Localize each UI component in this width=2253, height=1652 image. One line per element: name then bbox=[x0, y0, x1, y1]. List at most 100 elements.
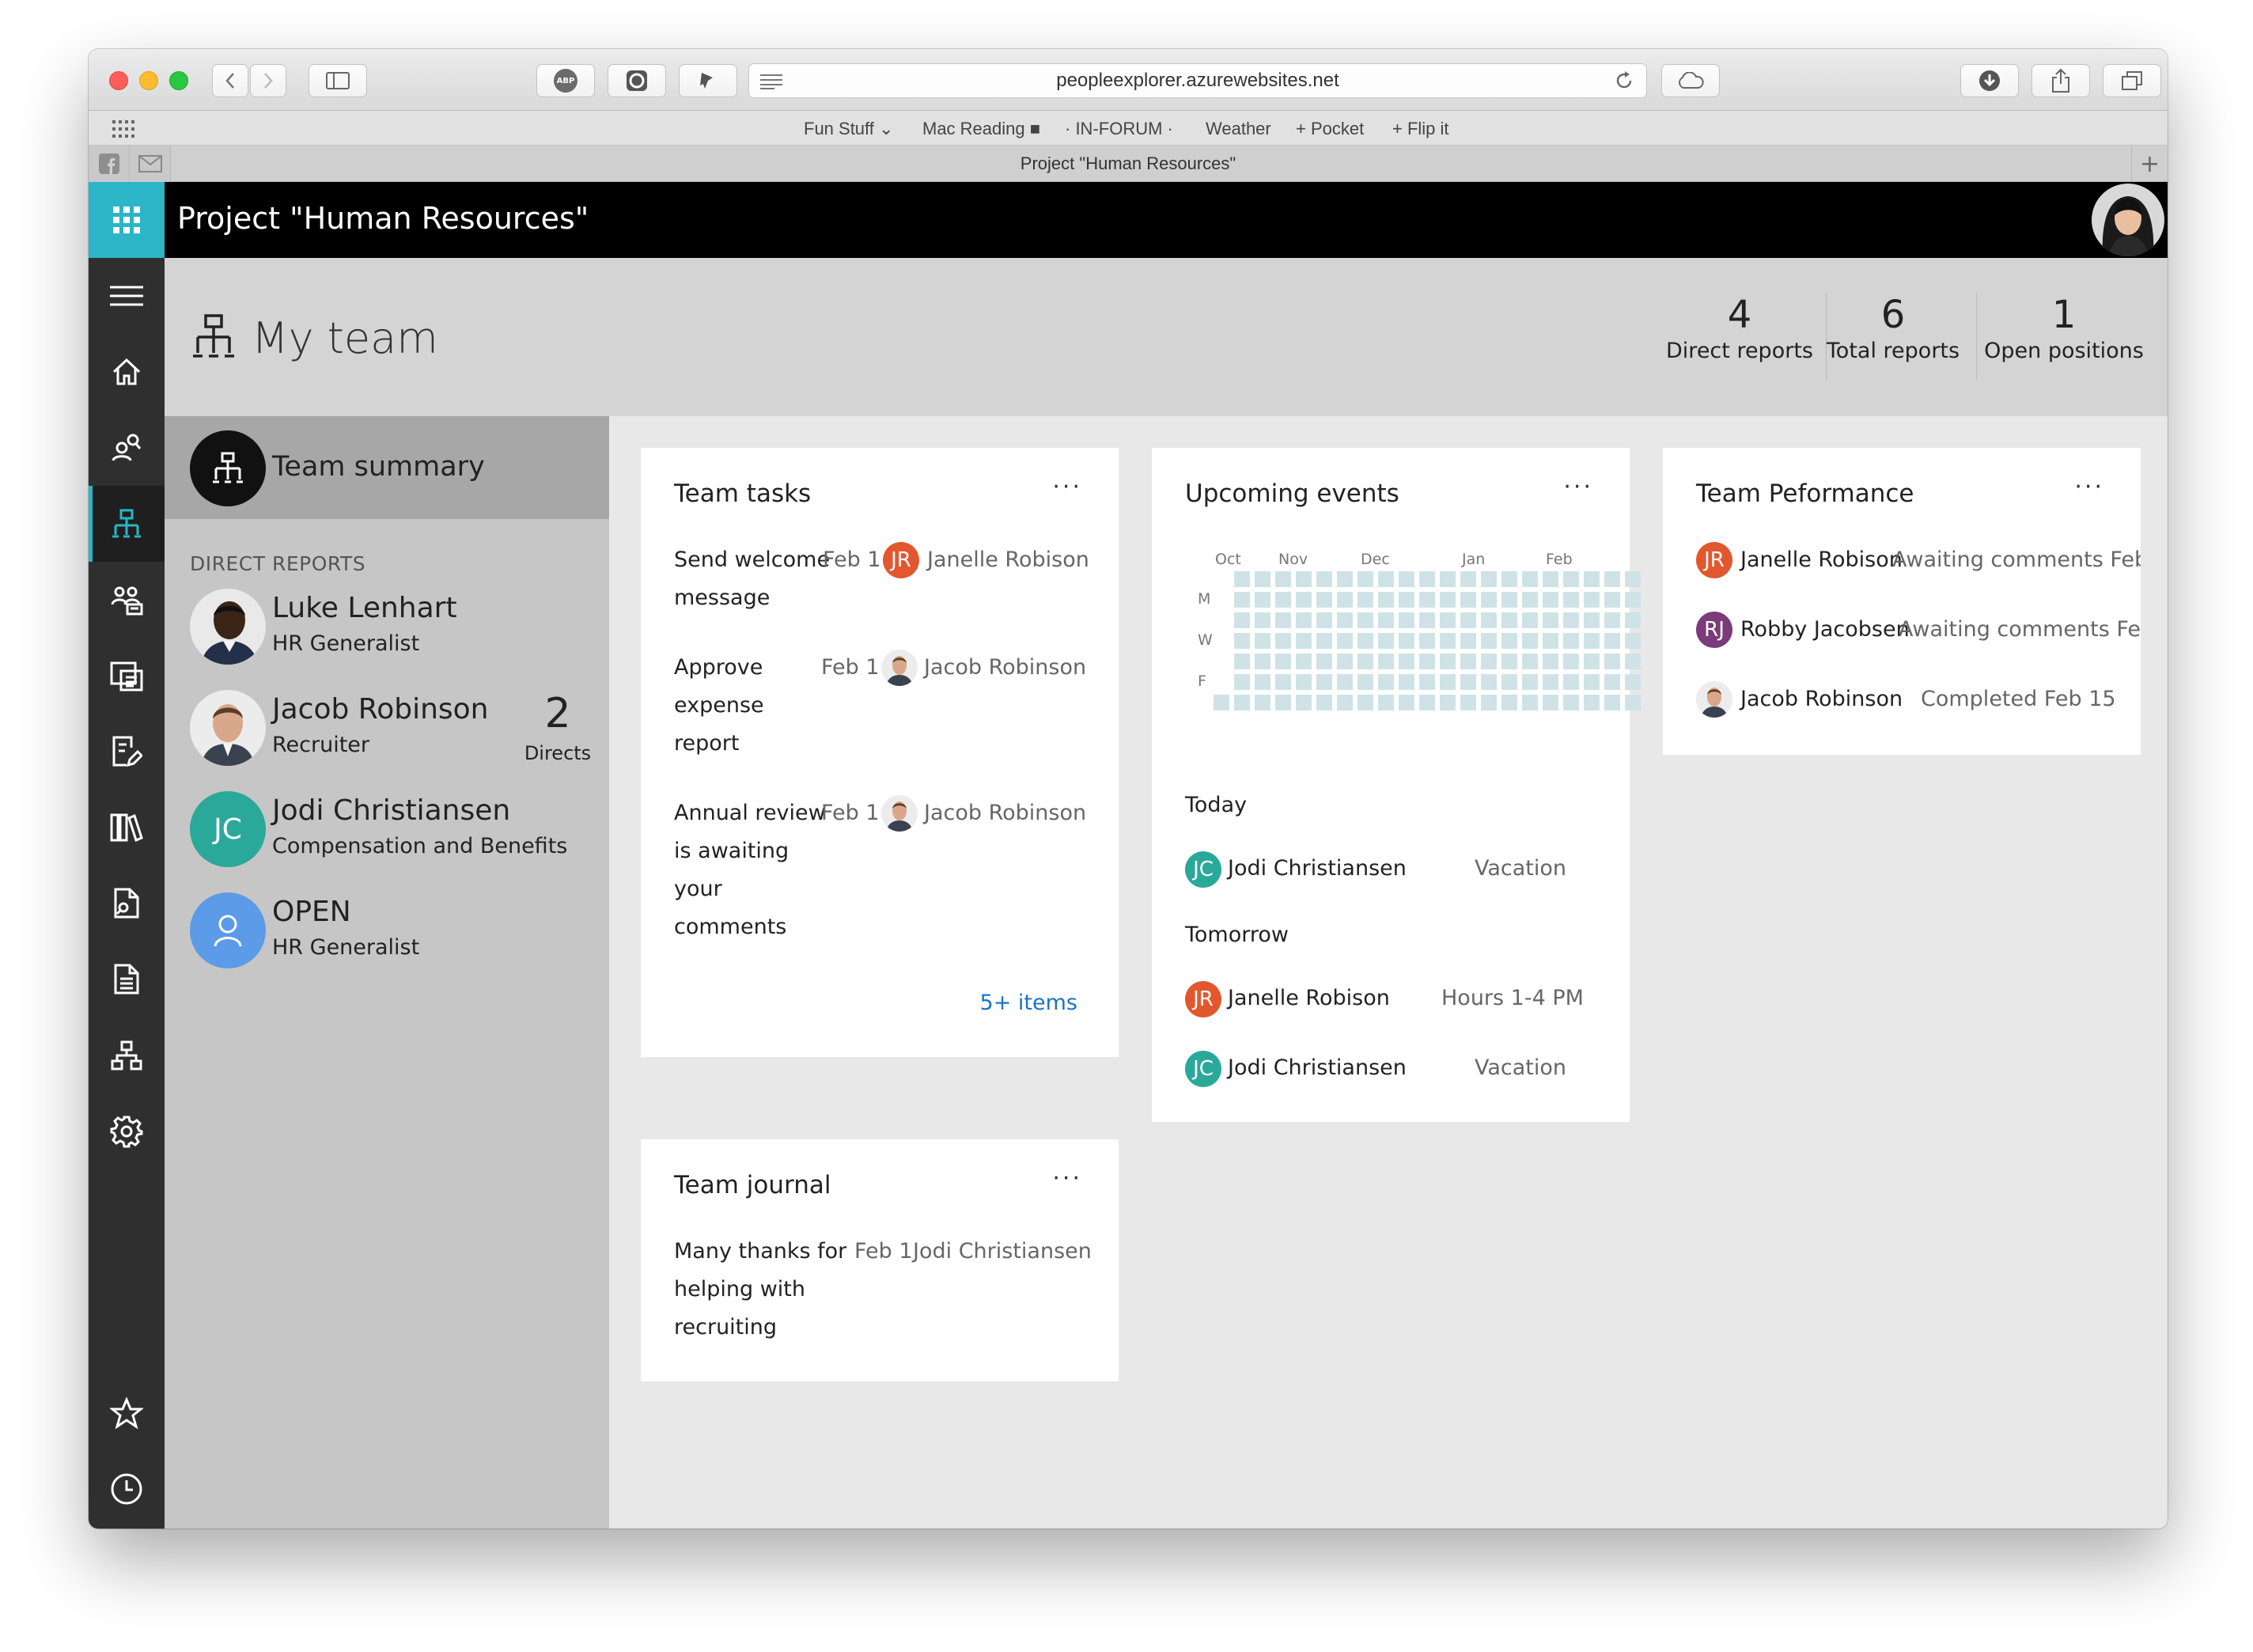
calendar-day-cell[interactable] bbox=[1460, 695, 1476, 710]
nav-reports[interactable] bbox=[89, 638, 165, 714]
stat-open-positions[interactable]: 1 Open positions bbox=[1981, 293, 2147, 363]
calendar-day-cell[interactable] bbox=[1481, 695, 1497, 710]
calendar-day-cell[interactable] bbox=[1563, 654, 1579, 669]
user-avatar[interactable] bbox=[2092, 184, 2164, 256]
calendar-day-cell[interactable] bbox=[1357, 633, 1373, 649]
calendar-day-cell[interactable] bbox=[1255, 654, 1270, 669]
calendar-day-cell[interactable] bbox=[1337, 592, 1353, 608]
nav-my-team[interactable] bbox=[89, 486, 165, 562]
calendar-day-cell[interactable] bbox=[1337, 633, 1353, 649]
calendar-day-cell[interactable] bbox=[1625, 695, 1641, 710]
calendar-day-cell[interactable] bbox=[1481, 612, 1497, 628]
calendar-day-cell[interactable] bbox=[1296, 674, 1312, 690]
calendar-day-cell[interactable] bbox=[1419, 674, 1435, 690]
calendar-day-cell[interactable] bbox=[1440, 633, 1456, 649]
forward-button[interactable] bbox=[250, 64, 286, 97]
nav-people-search[interactable] bbox=[89, 410, 165, 486]
top-sites-grid-icon[interactable] bbox=[112, 120, 134, 138]
calendar-day-cell[interactable] bbox=[1255, 695, 1270, 710]
calendar-day-cell[interactable] bbox=[1399, 612, 1414, 628]
bookmark-weather[interactable]: Weather bbox=[1206, 119, 1271, 139]
calendar-day-cell[interactable] bbox=[1357, 612, 1373, 628]
calendar-day-cell[interactable] bbox=[1296, 592, 1312, 608]
calendar-day-cell[interactable] bbox=[1501, 695, 1517, 710]
calendar-day-cell[interactable] bbox=[1604, 612, 1620, 628]
calendar-day-cell[interactable] bbox=[1275, 633, 1291, 649]
calendar-day-cell[interactable] bbox=[1501, 654, 1517, 669]
more-options-button[interactable]: ··· bbox=[1052, 473, 1082, 501]
nav-home[interactable] bbox=[89, 334, 165, 410]
calendar-day-cell[interactable] bbox=[1625, 571, 1641, 587]
calendar-day-cell[interactable] bbox=[1234, 674, 1250, 690]
calendar-day-cell[interactable] bbox=[1522, 695, 1538, 710]
sidebar-toggle-button[interactable] bbox=[309, 64, 367, 97]
bookmark-in-forum[interactable]: · IN-FORUM · bbox=[1065, 119, 1173, 139]
calendar-day-cell[interactable] bbox=[1460, 612, 1476, 628]
calendar-day-cell[interactable] bbox=[1440, 674, 1456, 690]
calendar-day-cell[interactable] bbox=[1604, 633, 1620, 649]
calendar-day-cell[interactable] bbox=[1481, 633, 1497, 649]
person-open-position[interactable]: OPEN HR Generalist bbox=[190, 892, 601, 972]
address-bar[interactable]: peopleexplorer.azurewebsites.net bbox=[748, 63, 1647, 98]
calendar-day-cell[interactable] bbox=[1584, 674, 1600, 690]
calendar-day-cell[interactable] bbox=[1563, 571, 1579, 587]
calendar-day-cell[interactable] bbox=[1357, 592, 1373, 608]
calendar-day-cell[interactable] bbox=[1255, 674, 1270, 690]
calendar-day-cell[interactable] bbox=[1399, 571, 1414, 587]
calendar-day-cell[interactable] bbox=[1501, 674, 1517, 690]
calendar-day-cell[interactable] bbox=[1255, 592, 1270, 608]
calendar-day-cell[interactable] bbox=[1584, 612, 1600, 628]
calendar-day-cell[interactable] bbox=[1460, 674, 1476, 690]
menu-toggle-button[interactable] bbox=[89, 258, 165, 334]
calendar-day-cell[interactable] bbox=[1399, 695, 1414, 710]
person-jodi-christiansen[interactable]: JC Jodi Christiansen Compensation and Be… bbox=[190, 791, 601, 870]
bookmark-pocket[interactable]: + Pocket bbox=[1296, 119, 1364, 139]
calendar-day-cell[interactable] bbox=[1378, 633, 1394, 649]
calendar-day-cell[interactable] bbox=[1234, 592, 1250, 608]
bookmark-flip-it[interactable]: + Flip it bbox=[1392, 119, 1449, 139]
calendar-day-cell[interactable] bbox=[1522, 571, 1538, 587]
calendar-day-cell[interactable] bbox=[1440, 695, 1456, 710]
stat-direct-reports[interactable]: 4 Direct reports bbox=[1664, 293, 1815, 363]
directs-count[interactable]: 2 Directs bbox=[522, 690, 593, 764]
calendar-day-cell[interactable] bbox=[1378, 612, 1394, 628]
calendar-day-cell[interactable] bbox=[1255, 633, 1270, 649]
calendar-day-cell[interactable] bbox=[1625, 633, 1641, 649]
calendar-day-cell[interactable] bbox=[1316, 571, 1332, 587]
calendar-day-cell[interactable] bbox=[1522, 633, 1538, 649]
calendar-day-cell[interactable] bbox=[1275, 612, 1291, 628]
calendar-day-cell[interactable] bbox=[1501, 633, 1517, 649]
close-window-button[interactable] bbox=[109, 71, 128, 90]
calendar-day-cell[interactable] bbox=[1501, 571, 1517, 587]
calendar-day-cell[interactable] bbox=[1296, 612, 1312, 628]
zoom-window-button[interactable] bbox=[169, 71, 188, 90]
extension-button[interactable] bbox=[608, 64, 666, 97]
calendar-day-cell[interactable] bbox=[1604, 592, 1620, 608]
downloads-button[interactable] bbox=[1960, 64, 2019, 97]
calendar-day-cell[interactable] bbox=[1419, 654, 1435, 669]
calendar-day-cell[interactable] bbox=[1625, 674, 1641, 690]
calendar-day-cell[interactable] bbox=[1440, 571, 1456, 587]
icloud-tabs-button[interactable] bbox=[1661, 64, 1720, 97]
calendar-day-cell[interactable] bbox=[1378, 571, 1394, 587]
calendar-day-cell[interactable] bbox=[1604, 654, 1620, 669]
nav-hierarchy[interactable] bbox=[89, 1017, 165, 1093]
person-jacob-robinson[interactable]: Jacob Robinson Recruiter 2 Directs bbox=[190, 690, 601, 769]
calendar-day-cell[interactable] bbox=[1316, 612, 1332, 628]
calendar-day-cell[interactable] bbox=[1378, 695, 1394, 710]
calendar-day-cell[interactable] bbox=[1399, 633, 1414, 649]
calendar-day-cell[interactable] bbox=[1255, 571, 1270, 587]
calendar-day-cell[interactable] bbox=[1296, 571, 1312, 587]
calendar-day-cell[interactable] bbox=[1234, 654, 1250, 669]
nav-recent[interactable] bbox=[89, 1451, 165, 1527]
calendar-day-cell[interactable] bbox=[1357, 654, 1373, 669]
calendar-day-cell[interactable] bbox=[1296, 633, 1312, 649]
calendar-day-cell[interactable] bbox=[1481, 654, 1497, 669]
calendar-day-cell[interactable] bbox=[1275, 674, 1291, 690]
calendar-day-cell[interactable] bbox=[1214, 695, 1229, 710]
calendar-day-cell[interactable] bbox=[1440, 612, 1456, 628]
calendar-day-cell[interactable] bbox=[1625, 654, 1641, 669]
calendar-day-cell[interactable] bbox=[1296, 695, 1312, 710]
bookmark-fun-stuff[interactable]: Fun Stuff ⌄ bbox=[804, 119, 893, 139]
calendar-day-cell[interactable] bbox=[1378, 592, 1394, 608]
